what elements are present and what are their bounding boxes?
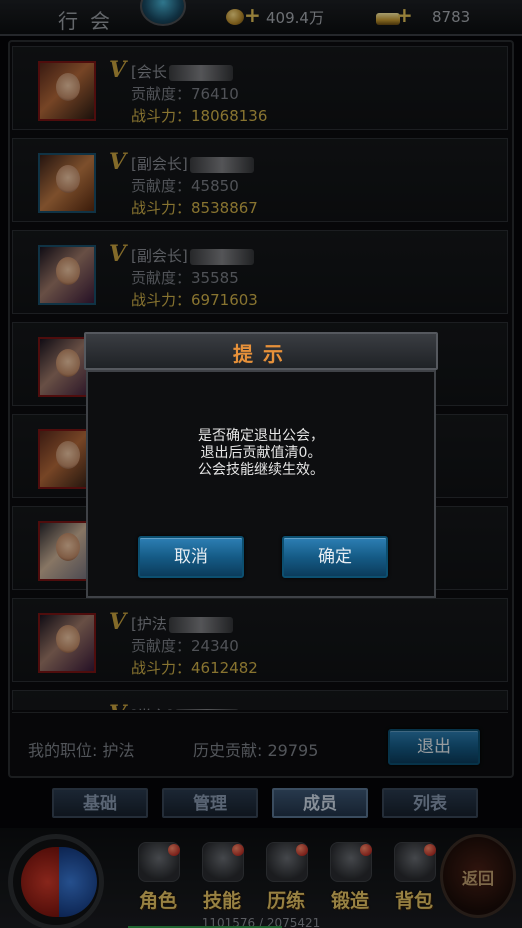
dialog-message: 是否确定退出公会， 退出后贡献值清0。 公会技能继续生效。 xyxy=(198,428,324,478)
confirm-dialog: 提示 是否确定退出公会， 退出后贡献值清0。 公会技能继续生效。 取消 确定 xyxy=(84,332,438,598)
dialog-title: 提示 xyxy=(233,342,293,366)
dialog-body: 是否确定退出公会， 退出后贡献值清0。 公会技能继续生效。 取消 确定 xyxy=(86,370,436,598)
confirm-button[interactable]: 确定 xyxy=(282,536,388,578)
cancel-button[interactable]: 取消 xyxy=(138,536,244,578)
dialog-header: 提示 xyxy=(84,332,438,370)
